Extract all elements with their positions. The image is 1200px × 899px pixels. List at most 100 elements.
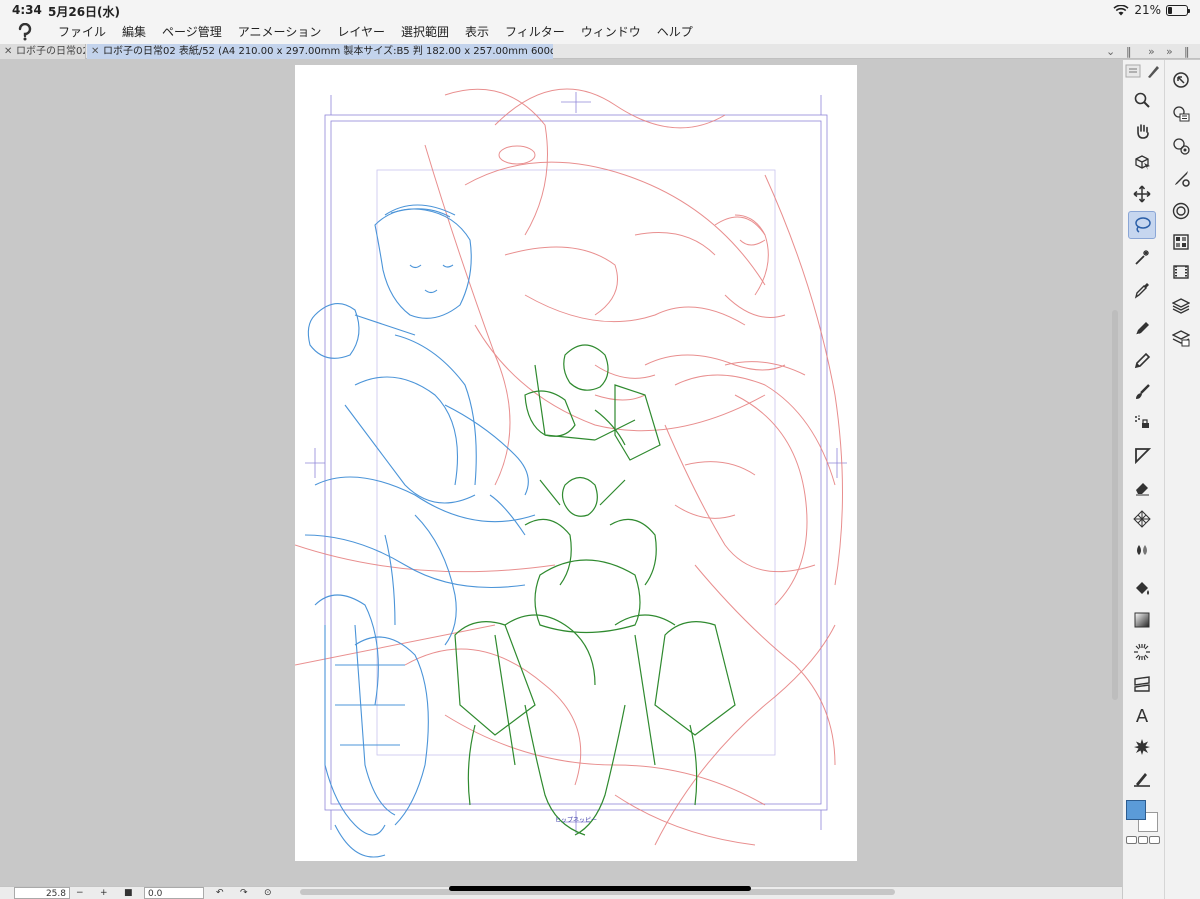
status-bar: 4:34 5月26日(水) 21% — [0, 0, 1200, 20]
panel-layer-property[interactable] — [1167, 258, 1195, 286]
panel-sub-tool[interactable] — [1167, 66, 1195, 94]
panel-tool-property[interactable] — [1167, 100, 1195, 128]
sketch-artwork — [295, 88, 847, 858]
frame-border-icon — [1133, 675, 1151, 693]
tool-palette-header[interactable] — [1124, 62, 1162, 80]
tool-move[interactable] — [1128, 180, 1156, 208]
tool-text[interactable]: A — [1128, 702, 1156, 730]
menu-selection[interactable]: 選択範囲 — [393, 20, 457, 44]
layer-icon — [1172, 297, 1190, 315]
menu-help[interactable]: ヘルプ — [649, 20, 701, 44]
object-select-icon — [1133, 153, 1151, 171]
wifi-icon — [1113, 4, 1129, 15]
menu-layer[interactable]: レイヤー — [329, 20, 393, 44]
tab-document-2-active[interactable]: ✕ ロボ子の日常02 表紙/52 (A4 210.00 x 297.00mm 製本… — [87, 44, 553, 59]
menu-filter[interactable]: フィルター — [497, 20, 573, 44]
panel-brush-size[interactable] — [1167, 132, 1195, 160]
move-icon — [1133, 185, 1151, 203]
blue-sketch — [304, 204, 536, 858]
pen-icon — [1133, 319, 1151, 337]
menu-edit[interactable]: 編集 — [114, 20, 154, 44]
close-icon[interactable]: ✕ — [4, 44, 14, 59]
panel-color-set[interactable] — [1167, 197, 1195, 225]
collapse-panel-icon[interactable]: » — [1148, 44, 1155, 59]
document-tab-bar: ✕ ロボ子の日常02 ✕ ロボ子の日常02 表紙/52 (A4 210.00 x 2… — [0, 44, 1200, 59]
tool-line-effect[interactable] — [1128, 638, 1156, 666]
tab-label: ロボ子の日常02 — [16, 46, 86, 57]
rotation-field[interactable]: 0.0 — [144, 887, 204, 899]
main-color-swatch[interactable] — [1126, 800, 1146, 820]
tab-document-1[interactable]: ✕ ロボ子の日常02 — [0, 44, 86, 59]
tool-blend[interactable] — [1128, 536, 1156, 564]
sub-tool-icon — [1172, 71, 1190, 89]
lasso-icon — [1133, 216, 1151, 234]
line-effect-icon — [1133, 643, 1151, 661]
menu-page-management[interactable]: ページ管理 — [154, 20, 230, 44]
tool-frame[interactable] — [1128, 670, 1156, 698]
tool-pen[interactable] — [1128, 314, 1156, 342]
panel-layer[interactable] — [1167, 292, 1195, 320]
panel-handle-icon[interactable]: ‖ — [1184, 44, 1190, 59]
tool-object[interactable] — [1128, 148, 1156, 176]
close-icon[interactable]: ✕ — [91, 44, 101, 59]
layer-property-icon — [1172, 263, 1190, 281]
green-sketch — [454, 344, 736, 836]
tool-gradient[interactable] — [1128, 606, 1156, 634]
chevron-down-icon[interactable]: ⌄ — [1106, 44, 1115, 59]
panel-animation-cels[interactable] — [1167, 228, 1195, 256]
battery-percent: 21% — [1134, 3, 1161, 17]
eyedropper-icon — [1133, 281, 1151, 299]
fill-icon — [1133, 580, 1151, 598]
correct-line-icon — [1133, 769, 1151, 787]
rotate-left-icon[interactable]: ↶ — [216, 887, 224, 899]
stop-button[interactable]: ■ — [124, 887, 133, 899]
menu-view[interactable]: 表示 — [457, 20, 497, 44]
decoration-icon — [1133, 510, 1151, 528]
tool-correct-line[interactable] — [1128, 764, 1156, 792]
magnifier-icon — [1133, 91, 1151, 109]
panel-handle-icon[interactable]: ‖ — [1126, 44, 1132, 59]
collapse-subpanel-icon[interactable]: » — [1166, 44, 1173, 59]
airbrush-icon — [1133, 414, 1151, 432]
tool-brush[interactable] — [1128, 378, 1156, 406]
tool-decoration[interactable] — [1128, 505, 1156, 533]
manuscript-page[interactable]: ヒップネッピー — [295, 65, 857, 861]
color-set-icon — [1172, 202, 1190, 220]
panel-color-circle[interactable] — [1167, 164, 1195, 192]
reset-rotation-icon[interactable]: ⊙ — [264, 887, 272, 899]
panel-navigator[interactable] — [1167, 324, 1195, 352]
tool-eyedropper[interactable] — [1128, 276, 1156, 304]
zoom-out-button[interactable]: − — [76, 887, 84, 899]
blend-icon — [1133, 541, 1151, 559]
magic-wand-icon — [1133, 248, 1151, 266]
tool-lasso[interactable] — [1128, 211, 1156, 239]
gradient-icon — [1133, 611, 1151, 629]
zoom-field[interactable]: 25.8 — [14, 887, 70, 899]
hand-icon — [1133, 122, 1151, 140]
date: 5月26日(水) — [48, 5, 121, 19]
transparent-color-toggle[interactable] — [1126, 836, 1161, 844]
home-indicator[interactable] — [449, 886, 751, 891]
figure-icon — [1133, 446, 1151, 464]
tool-zoom[interactable] — [1128, 86, 1156, 114]
canvas-area[interactable]: ヒップネッピー — [0, 60, 1120, 886]
app-logo-icon[interactable] — [14, 21, 36, 43]
menu-file[interactable]: ファイル — [50, 20, 114, 44]
tool-eraser[interactable] — [1128, 473, 1156, 501]
rotate-right-icon[interactable]: ↷ — [240, 887, 248, 899]
zoom-in-button[interactable]: + — [100, 887, 108, 899]
tool-airbrush[interactable] — [1128, 409, 1156, 437]
brush-size-icon — [1172, 137, 1190, 155]
menu-window[interactable]: ウィンドウ — [573, 20, 649, 44]
vertical-scrollbar[interactable] — [1112, 310, 1118, 700]
balloon-icon — [1133, 738, 1151, 756]
tool-magic-wand[interactable] — [1128, 243, 1156, 271]
tool-pencil[interactable] — [1128, 346, 1156, 374]
tool-figure[interactable] — [1128, 441, 1156, 469]
animation-cels-icon — [1172, 233, 1190, 251]
tool-balloon[interactable] — [1128, 733, 1156, 761]
clock: 4:34 — [12, 3, 42, 17]
tool-hand[interactable] — [1128, 117, 1156, 145]
menu-animation[interactable]: アニメーション — [230, 20, 330, 44]
tool-fill[interactable] — [1128, 575, 1156, 603]
